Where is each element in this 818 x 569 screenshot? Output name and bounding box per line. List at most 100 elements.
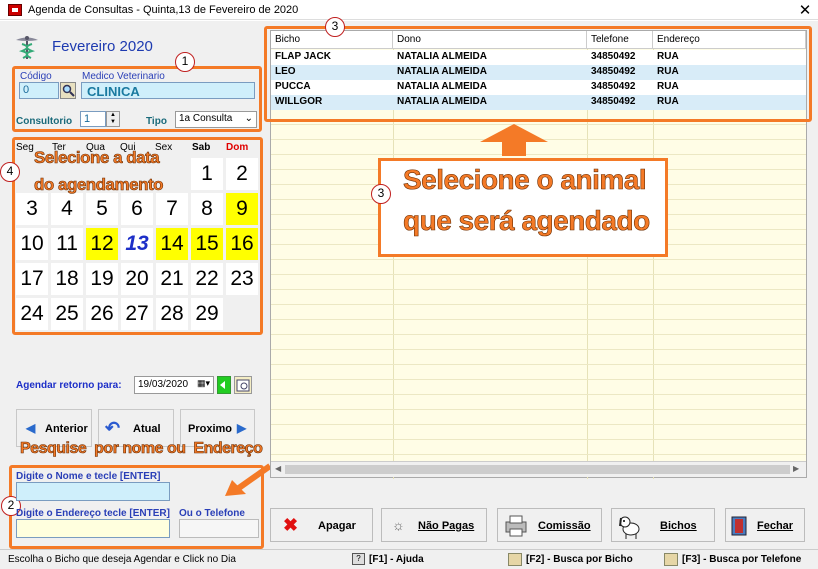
calendar-day-1[interactable]: 1 [191, 158, 223, 190]
search-phone-icon [664, 553, 678, 566]
select-animal-hint-1: Selecione o animal [403, 164, 647, 196]
calendar-day-6[interactable]: 6 [121, 193, 153, 225]
calendar-day-28[interactable]: 28 [156, 298, 188, 330]
bichos-label: Bichos [660, 520, 697, 532]
bichos-button[interactable]: Bichos [611, 508, 715, 542]
medico-input[interactable]: CLINICA [81, 82, 255, 99]
calendar-day-22[interactable]: 22 [191, 263, 223, 295]
calendar-day-20[interactable]: 20 [121, 263, 153, 295]
grid-line [271, 289, 806, 290]
comissao-button[interactable]: Comissão [497, 508, 602, 542]
comissao-label: Comissão [538, 520, 591, 532]
calendar-day-29[interactable]: 29 [191, 298, 223, 330]
fechar-button[interactable]: Fechar [725, 508, 805, 542]
calendar-day-15[interactable]: 15 [191, 228, 223, 260]
grid-line [271, 319, 806, 320]
select-date-hint-2: do agendamento [34, 175, 164, 195]
apagar-label: Apagar [318, 520, 356, 532]
anterior-label: Anterior [45, 423, 88, 435]
calendar-day-9[interactable]: 9 [226, 193, 258, 225]
annotation-arrow-search [222, 462, 274, 498]
consultorio-input[interactable]: 1 [80, 111, 106, 127]
calendar-day-26[interactable]: 26 [86, 298, 118, 330]
status-bar: Escolha o Bicho que deseja Agendar e Cli… [0, 549, 818, 569]
nao-pagas-button[interactable]: ☼ Não Pagas [381, 508, 487, 542]
calendar-day-7[interactable]: 7 [156, 193, 188, 225]
printer-icon [503, 513, 529, 542]
calendar-day-5[interactable]: 5 [86, 193, 118, 225]
tipo-select[interactable]: 1a Consulta ⌄ [175, 111, 257, 128]
weekday-dom: Dom [226, 142, 249, 153]
calendar-day-10[interactable]: 10 [16, 228, 48, 260]
chevron-down-icon: ⌄ [244, 113, 253, 124]
calendar-day-11[interactable]: 11 [51, 228, 83, 260]
status-message: Escolha o Bicho que deseja Agendar e Cli… [8, 554, 236, 565]
search-hint: Pesquise por nome ou Endereço [20, 440, 263, 458]
help-icon: ? [352, 553, 365, 565]
calendar-day-14[interactable]: 14 [156, 228, 188, 260]
telefone-input[interactable] [179, 519, 259, 538]
consultorio-spinner[interactable]: ▲ ▼ [106, 111, 120, 127]
delete-x-icon: ✖ [283, 515, 299, 535]
codigo-label: Código [20, 71, 52, 82]
calendar-day-23[interactable]: 23 [226, 263, 258, 295]
close-icon[interactable]: ✕ [796, 1, 814, 19]
atual-label: Atual [133, 423, 161, 435]
scrollbar-thumb[interactable] [285, 465, 790, 474]
calendar-dropdown-icon: ▦▾ [196, 378, 210, 388]
calendar-day-19[interactable]: 19 [86, 263, 118, 295]
calendar-day-4[interactable]: 4 [51, 193, 83, 225]
calendar-day-17[interactable]: 17 [16, 263, 48, 295]
codigo-input[interactable]: 0 [19, 82, 59, 99]
f2-busca-bicho[interactable]: [F2] - Busca por Bicho [526, 554, 633, 565]
calendar-day-27[interactable]: 27 [121, 298, 153, 330]
annotation-3-top: 3 [325, 17, 345, 37]
fechar-label: Fechar [757, 520, 794, 532]
month-title: Fevereiro 2020 [52, 38, 153, 55]
refresh-icon: ↶ [105, 418, 121, 438]
calendar-day-3[interactable]: 3 [16, 193, 48, 225]
grid-line [271, 259, 806, 260]
calendar-day-16[interactable]: 16 [226, 228, 258, 260]
annotation-4: 4 [0, 162, 20, 182]
endereco-input[interactable] [16, 519, 170, 538]
money-icon: ☼ [392, 517, 405, 533]
app-icon [8, 4, 22, 16]
confirm-arrow-icon[interactable] [217, 376, 231, 394]
calendar-day-12[interactable]: 12 [86, 228, 118, 260]
grid-line [271, 424, 806, 425]
animals-highlight-box [264, 26, 812, 122]
consultorio-label: Consultorio [16, 116, 73, 127]
grid-line [271, 274, 806, 275]
arrow-left-icon: ◀ [26, 421, 36, 435]
calendar-day-18[interactable]: 18 [51, 263, 83, 295]
annotation-3-callout: 3 [371, 184, 391, 204]
annotation-arrow-up [478, 122, 550, 158]
calendar-day-2[interactable]: 2 [226, 158, 258, 190]
f1-help[interactable]: [F1] - Ajuda [369, 554, 424, 565]
apagar-button[interactable]: ✖ Apagar [270, 508, 373, 542]
calendar-day-8[interactable]: 8 [191, 193, 223, 225]
weekday-seg: Seg [16, 142, 34, 153]
search-doctor-icon[interactable] [60, 82, 76, 99]
schedule-icon[interactable] [234, 376, 252, 394]
scroll-left-icon[interactable]: ◀ [275, 464, 281, 473]
horizontal-scrollbar[interactable]: ◀ ▶ [271, 461, 806, 477]
calendar-day-13[interactable]: 13 [121, 228, 153, 260]
proximo-label: Proximo [188, 423, 233, 435]
tipo-label: Tipo [146, 116, 167, 127]
calendar-day-25[interactable]: 25 [51, 298, 83, 330]
nao-pagas-label: Não Pagas [418, 520, 475, 532]
f3-busca-telefone[interactable]: [F3] - Busca por Telefone [682, 554, 801, 565]
scroll-right-icon[interactable]: ▶ [793, 464, 799, 473]
nome-input[interactable] [16, 482, 170, 501]
retorno-date-input[interactable]: 19/03/2020 ▦▾ [134, 376, 214, 394]
grid-line [271, 439, 806, 440]
calendar-day-24[interactable]: 24 [16, 298, 48, 330]
arrow-right-icon: ▶ [237, 421, 247, 435]
annotation-1: 1 [175, 52, 195, 72]
window-title: Agenda de Consultas - Quinta,13 de Fever… [28, 4, 299, 16]
medico-label: Medico Veterinario [82, 71, 165, 82]
search-animal-icon [508, 553, 522, 566]
calendar-day-21[interactable]: 21 [156, 263, 188, 295]
